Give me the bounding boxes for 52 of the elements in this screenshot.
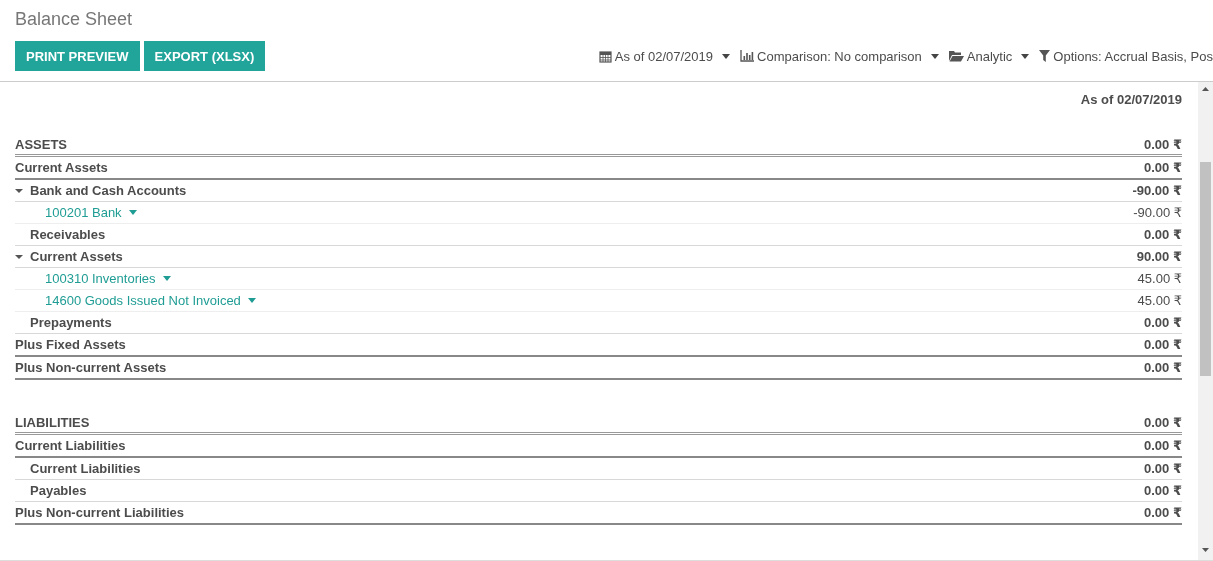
amount-cell: 0.00 ₹ [1144, 227, 1182, 242]
row-label: Plus Non-current Assets [15, 360, 167, 375]
caret-icon [722, 53, 731, 59]
bar-chart-icon [740, 50, 755, 62]
filter-icon [1039, 50, 1051, 62]
section-heading: LIABILITIES [15, 414, 90, 430]
caret-icon [247, 298, 256, 303]
export-button[interactable]: EXPORT (XLSX) [143, 41, 266, 71]
column-heading: As of 02/07/2019 [1080, 92, 1182, 107]
account-link[interactable]: 100310 Inventories [45, 271, 171, 286]
caret-icon [162, 276, 171, 281]
filter-dropdown[interactable]: As of 02/07/2019 [598, 48, 731, 64]
row-label: Current Assets [30, 249, 123, 264]
row-label: Current Assets [15, 160, 108, 175]
row-label: Current Liabilities [15, 438, 126, 453]
row-label: Receivables [30, 227, 106, 242]
amount-cell: -90.00 ₹ [1132, 183, 1182, 198]
amount-cell: 0.00 ₹ [1144, 438, 1182, 453]
amount-cell: -90.00 ₹ [1133, 205, 1182, 220]
row-label: Current Liabilities [30, 461, 141, 476]
caret-icon [930, 53, 939, 59]
account-link[interactable]: 14600 Goods Issued Not Invoiced [45, 293, 256, 308]
row-label: Prepayments [30, 315, 112, 330]
amount-cell: 90.00 ₹ [1136, 249, 1182, 264]
caret-icon [128, 210, 137, 215]
amount-cell: 45.00 ₹ [1137, 293, 1182, 308]
amount-cell: 0.00 ₹ [1144, 337, 1182, 352]
row-label: Payables [30, 483, 87, 498]
section-heading: ASSETS [15, 136, 67, 152]
folder-icon [948, 50, 964, 62]
account-link[interactable]: 100201 Bank [45, 205, 137, 220]
filter-dropdown[interactable]: Analytic [948, 48, 1030, 64]
calendar-icon [598, 49, 612, 63]
print-preview-button[interactable]: PRINT PREVIEW [15, 41, 140, 71]
row-label: Bank and Cash Accounts [30, 183, 187, 198]
filter-dropdown[interactable]: Comparison: No comparison [740, 48, 939, 64]
caret-icon[interactable] [15, 186, 23, 195]
amount-cell: 0.00 ₹ [1144, 414, 1182, 430]
filter-dropdown[interactable]: Options: Accrual Basis, Pos [1039, 48, 1213, 64]
amount-cell: 0.00 ₹ [1144, 160, 1182, 175]
amount-cell: 0.00 ₹ [1144, 136, 1182, 152]
report-title: Balance Sheet [15, 9, 134, 30]
row-label: Plus Fixed Assets [15, 337, 126, 352]
amount-cell: 0.00 ₹ [1144, 360, 1182, 375]
amount-cell: 45.00 ₹ [1137, 271, 1182, 286]
amount-cell: 0.00 ₹ [1144, 483, 1182, 498]
row-label: Plus Non-current Liabilities [15, 505, 185, 520]
caret-icon [1021, 53, 1030, 59]
amount-cell: 0.00 ₹ [1144, 505, 1182, 520]
caret-icon[interactable] [15, 252, 23, 261]
amount-cell: 0.00 ₹ [1144, 461, 1182, 476]
amount-cell: 0.00 ₹ [1144, 315, 1182, 330]
